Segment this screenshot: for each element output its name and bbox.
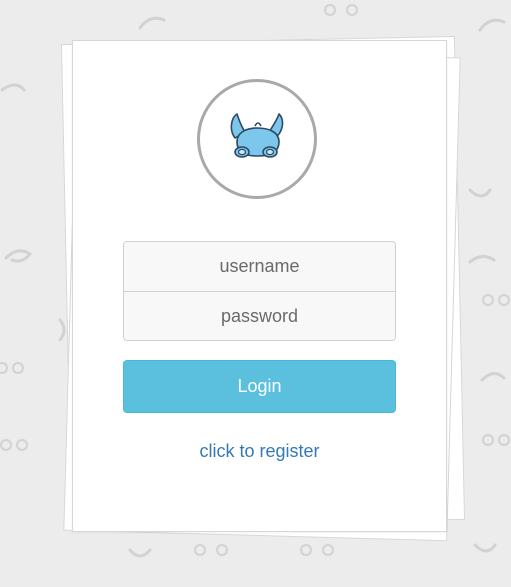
pet-mascot-icon (230, 113, 284, 158)
username-input[interactable] (124, 242, 395, 291)
login-card: Login click to register (72, 40, 447, 532)
register-link[interactable]: click to register (73, 441, 446, 462)
password-input[interactable] (124, 292, 395, 340)
credentials-group (123, 241, 396, 341)
avatar (197, 79, 317, 199)
login-button[interactable]: Login (123, 360, 396, 413)
